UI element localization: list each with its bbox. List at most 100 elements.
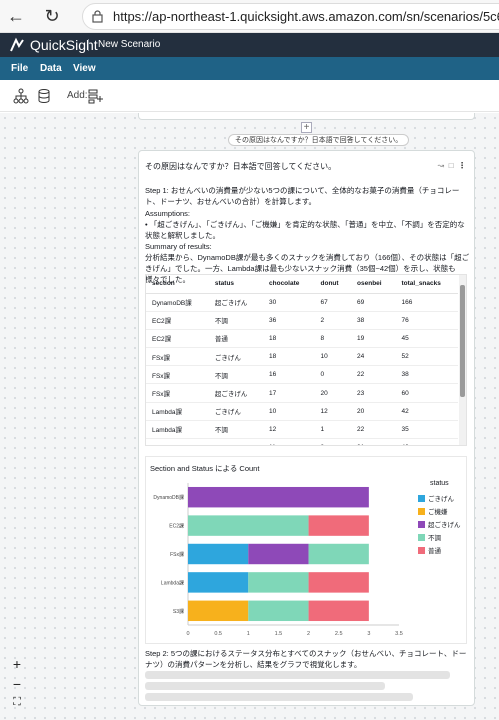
x-tick-label: 3 <box>367 631 370 637</box>
legend-swatch <box>418 508 425 515</box>
table-body: DynamoDB課 超ごきげん 30 67 69 166 EC2課 不調 36 2 38 76 EC2課… <box>146 293 458 445</box>
table-cell: 23 <box>351 383 396 403</box>
column-header-osenbei[interactable]: osenbei <box>351 275 396 294</box>
table-cell: 67 <box>314 293 352 312</box>
answer-card: その原因はなんですか？日本語で回答してください。 ↝ □ ⋮ Step 1: お… <box>138 150 475 706</box>
table-cell: 不調 <box>208 311 264 330</box>
table-header: section status chocolate donut osenbei total_… <box>146 275 458 294</box>
loading-line <box>145 671 450 679</box>
add-block-icon[interactable]: + <box>301 122 312 133</box>
bar-segment[interactable] <box>188 572 249 593</box>
menu-view[interactable]: View <box>73 63 96 74</box>
scrollbar-thumb[interactable] <box>460 285 465 397</box>
share-icon[interactable]: ↝ <box>438 161 445 170</box>
quicksight-logo-icon <box>10 37 24 52</box>
legend-swatch <box>418 547 425 554</box>
bar-segment[interactable] <box>308 572 369 593</box>
menu-file[interactable]: File <box>11 63 28 74</box>
table-cell: 10 <box>314 347 352 367</box>
prompt-chip[interactable]: その原因はなんですか？日本語で回答してください。 <box>228 134 410 146</box>
y-tick-label: Lambda課 <box>161 579 184 586</box>
column-header-total_snacks[interactable]: total_snacks <box>395 275 458 294</box>
bar-segment[interactable] <box>188 543 249 565</box>
table-cell: 45 <box>395 329 458 349</box>
table-cell: 60 <box>395 383 458 403</box>
bar-segment[interactable] <box>188 600 249 622</box>
app-header: QuickSight New Scenario <box>0 33 499 57</box>
legend-swatch <box>418 534 425 541</box>
table-cell: 11 <box>263 438 315 445</box>
fit-screen-icon[interactable]: ⛶ <box>7 696 27 714</box>
legend-item[interactable]: 超ごきげん <box>418 519 461 529</box>
bar-segment[interactable] <box>248 543 309 565</box>
legend-label: ご機嫌 <box>428 509 448 516</box>
scenario-title[interactable]: New Scenario <box>98 39 160 50</box>
zoom-out-button[interactable]: − <box>7 676 27 694</box>
header-divider <box>88 39 89 51</box>
lock-icon <box>92 10 103 23</box>
chart-container: Section and Status による Count 0 0.5 1 1.5 2 2.… <box>145 456 467 644</box>
bar-segment[interactable] <box>188 515 309 536</box>
legend-item[interactable]: ご機嫌 <box>418 506 448 516</box>
bar-segment[interactable] <box>188 486 369 508</box>
question-text: その原因はなんですか？日本語で回答してください。 <box>145 162 337 171</box>
legend-label: ごきげん <box>428 496 454 503</box>
table-cell: 0 <box>314 365 352 385</box>
bar-segment[interactable] <box>308 600 369 622</box>
menu-data[interactable]: Data <box>40 63 62 74</box>
previous-card <box>138 113 475 120</box>
table-cell: 18 <box>263 329 315 349</box>
add-visual-icon[interactable] <box>88 88 104 104</box>
column-header-status[interactable]: status <box>208 275 264 294</box>
table-row: EC2課 普通 18 8 19 45 <box>146 329 458 349</box>
table-cell: 24 <box>351 347 396 367</box>
table-row: Lambda課 ごきげん 10 12 20 42 <box>146 402 458 421</box>
x-tick-label: 3.5 <box>395 631 403 637</box>
back-arrow-icon[interactable]: ← <box>6 6 26 26</box>
table-cell: 12 <box>263 420 315 440</box>
step2-text: Step 2: 5つの課におけるステータス分布とすべてのスナック（おせんべい、チ… <box>145 649 467 669</box>
card-actions: ↝ □ ⋮ <box>438 161 466 170</box>
legend-title: status <box>430 480 449 487</box>
x-tick-label: 0.5 <box>214 631 222 637</box>
bar-segment[interactable] <box>308 515 369 536</box>
table-cell: 20 <box>314 383 352 403</box>
comment-icon[interactable]: □ <box>449 161 454 170</box>
results-table[interactable]: section status chocolate donut osenbei total_… <box>145 274 467 446</box>
address-bar[interactable]: https://ap-northeast-1.quicksight.aws.am… <box>82 3 499 30</box>
database-icon[interactable] <box>36 88 52 104</box>
menu-bar: File Data View <box>0 57 499 80</box>
column-header-chocolate[interactable]: chocolate <box>263 275 315 294</box>
table-cell: ごきげん <box>208 347 264 367</box>
legend-item[interactable]: 普通 <box>418 545 441 555</box>
legend-label: 不調 <box>428 535 441 542</box>
bar-segment[interactable] <box>248 600 309 622</box>
table-cell: 1 <box>314 420 352 440</box>
hierarchy-icon[interactable] <box>13 88 29 104</box>
toolbar: Add: <box>0 80 499 112</box>
reload-icon[interactable]: ↻ <box>42 6 62 26</box>
table-cell: Lambda課 <box>146 402 209 421</box>
bar-segment[interactable] <box>308 543 369 565</box>
table-cell: DynamoDB課 <box>146 293 209 312</box>
legend-swatch <box>418 521 425 528</box>
table-cell: 40 <box>395 438 458 445</box>
legend-item[interactable]: 不調 <box>418 532 441 542</box>
table-cell: 16 <box>263 365 315 385</box>
zoom-in-button[interactable]: + <box>7 656 27 674</box>
column-header-donut[interactable]: donut <box>314 275 352 294</box>
y-tick-label: EC2課 <box>169 523 184 530</box>
table-cell: 42 <box>395 402 458 421</box>
table-scrollbar[interactable] <box>459 275 466 445</box>
column-header-section[interactable]: section <box>146 275 209 294</box>
table-row: EC2課 不調 36 2 38 76 <box>146 311 458 330</box>
bar-segment[interactable] <box>248 572 309 593</box>
legend-label: 普通 <box>428 548 441 555</box>
legend-item[interactable]: ごきげん <box>418 493 454 503</box>
table-cell: 超ごきげん <box>208 383 264 403</box>
table-cell: FSx課 <box>146 365 209 385</box>
table-cell: 52 <box>395 347 458 367</box>
step1-text: Step 1: おせんべいの消費量が少ない5つの課について、全体的なお菓子の消費… <box>145 186 460 206</box>
more-icon[interactable]: ⋮ <box>458 161 466 170</box>
x-tick-label: 0 <box>186 631 189 637</box>
